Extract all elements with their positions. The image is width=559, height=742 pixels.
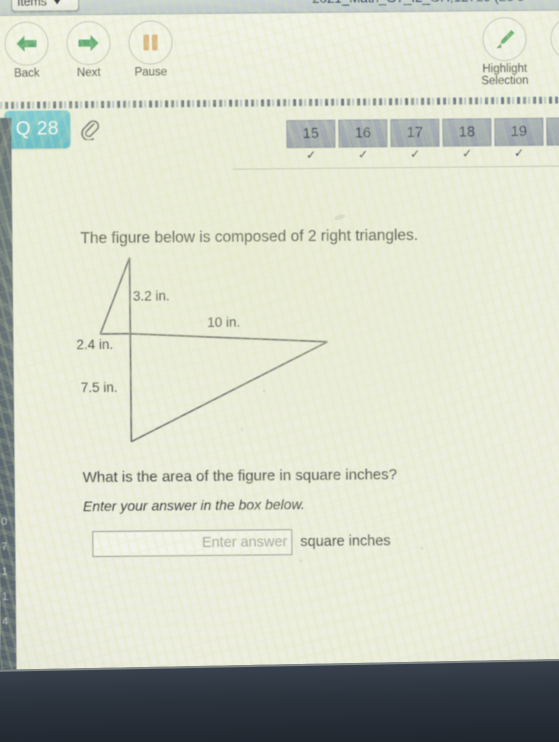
cutoff-button-circle (550, 16, 559, 61)
dust-speck (420, 546, 424, 550)
cutoff-tool-button[interactable]: C (540, 16, 559, 75)
question-tab-number: 16 (338, 119, 388, 148)
dust-speck (240, 427, 244, 431)
rail-label: 0 (1, 515, 8, 528)
large-triangle-top (130, 332, 328, 343)
dimension-label: 10 in. (207, 314, 241, 330)
large-triangle-hypotenuse (131, 341, 328, 443)
dimension-label: 3.2 in. (132, 288, 170, 304)
question-tab[interactable]: 17 ✓ (390, 118, 440, 162)
question-tab-number: 2 (546, 117, 559, 146)
chevron-down-icon (52, 0, 61, 5)
pause-button[interactable]: Pause (118, 20, 183, 79)
question-text: What is the area of the figure in square… (82, 466, 398, 487)
highlighter-icon (496, 30, 515, 49)
rail-label: 1 (1, 590, 9, 603)
back-button-label: Back (13, 67, 40, 80)
next-button-label: Next (76, 66, 101, 80)
next-button[interactable]: Next (56, 20, 121, 80)
arrow-right-icon (78, 35, 99, 52)
dust-speck (262, 389, 266, 393)
paperclip-icon[interactable] (79, 118, 100, 145)
question-tab-strip: 15 ✓ 16 ✓ 17 ✓ 18 ✓ 19 ✓ (286, 117, 559, 162)
question-tab[interactable]: 19 ✓ (494, 117, 544, 161)
answer-units-label: square inches (300, 533, 391, 551)
items-dropdown-label: Items (17, 0, 47, 9)
question-prompt: The figure below is composed of 2 right … (80, 226, 419, 248)
photo-of-tablet-screen: Items 2021_Math_G7_I2_OH;12716 (28 c Bac… (0, 0, 559, 742)
arrow-left-icon (16, 35, 37, 52)
pause-button-label: Pause (134, 66, 168, 79)
question-tab[interactable]: 2 (546, 117, 559, 159)
question-tab-check-icon: ✓ (409, 146, 421, 162)
question-tab-number: 18 (442, 118, 492, 147)
question-tab[interactable]: 16 ✓ (338, 119, 388, 162)
question-tab-check-icon: ✓ (461, 146, 473, 161)
question-tab-number: 19 (494, 117, 544, 147)
question-tab-check-icon: ✓ (513, 145, 525, 161)
document-title: 2021_Math_G7_I2_OH;12716 (28 c (312, 0, 524, 6)
highlight-selection-button[interactable]: Highlight Selection (472, 16, 537, 88)
tablet-screen: Items 2021_Math_G7_I2_OH;12716 (28 c Bac… (0, 0, 559, 690)
question-tab-number: 17 (390, 118, 440, 148)
cutoff-button-label: C (541, 63, 559, 75)
answer-row: Enter answer square inches (92, 528, 391, 558)
device-bezel (0, 658, 559, 742)
question-tab[interactable]: 18 ✓ (442, 118, 492, 161)
question-tab-number: 15 (286, 119, 336, 149)
rail-label: 1 (1, 565, 8, 578)
dimension-label: 2.4 in. (76, 336, 114, 353)
dust-speck (299, 559, 303, 563)
answer-input[interactable]: Enter answer (92, 529, 293, 558)
toolbar: Back Next Pause Highlight Selection (0, 10, 559, 102)
pause-icon (143, 34, 158, 51)
shared-vertical-segment (128, 257, 133, 442)
tab-strip-underline (232, 165, 559, 170)
left-rail-partial-labels: 0 7 1 1 4 (1, 510, 8, 635)
dimension-label: 7.5 in. (80, 379, 118, 396)
question-body: The figure below is composed of 2 right … (0, 171, 559, 657)
pause-button-circle (128, 20, 173, 65)
question-tab-check-icon: ✓ (305, 147, 317, 163)
question-tab-check-icon: ✓ (357, 147, 369, 162)
back-button[interactable]: Back (0, 21, 59, 80)
highlight-button-circle (482, 16, 527, 62)
items-dropdown-button[interactable]: Items (11, 0, 80, 12)
answer-input-placeholder: Enter answer (201, 534, 288, 552)
rail-label: 4 (2, 615, 9, 628)
small-triangle-hypotenuse (99, 257, 131, 335)
back-button-circle (4, 21, 49, 66)
question-number-badge: Q 28 (4, 110, 71, 149)
highlight-button-label: Highlight Selection (473, 63, 537, 88)
next-button-circle (66, 20, 111, 66)
rail-label: 7 (1, 540, 8, 553)
highlight-label-line2: Selection (481, 74, 529, 87)
geometry-figure: 3.2 in. 10 in. 2.4 in. 7.5 in. (67, 254, 359, 452)
triangles-diagram (99, 257, 328, 443)
question-tab[interactable]: 15 ✓ (286, 119, 336, 163)
question-instruction: Enter your answer in the box below. (82, 496, 305, 515)
question-header-row: Q 28 15 ✓ 16 ✓ 17 ✓ 18 ✓ 19 ✓ (0, 103, 559, 177)
